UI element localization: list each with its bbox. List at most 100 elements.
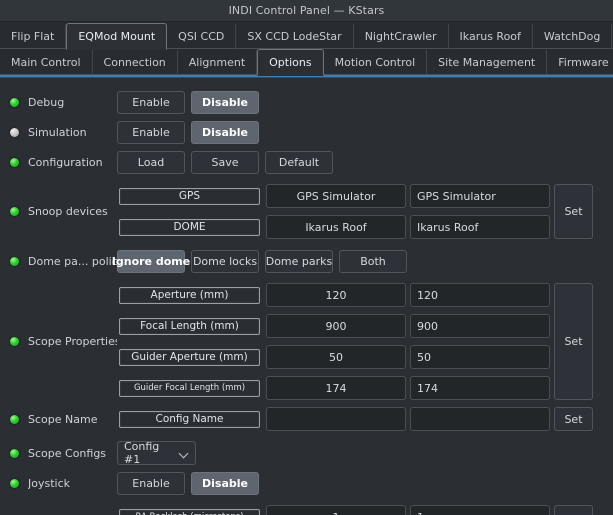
dome-policy-both-button[interactable]: Both [339,249,407,273]
debug-disable-button[interactable]: Disable [191,90,259,114]
scope-configs-dropdown[interactable]: Config #1 [117,440,196,466]
dome-policy-status-led [10,256,19,266]
snoop-devices-label: Snoop devices [28,205,108,218]
backlash-ra-input[interactable]: 1 [410,505,550,515]
tab-eqmod-mount[interactable]: EQMod Mount [66,23,168,50]
tab-qsi-ccd[interactable]: QSI CCD [167,24,237,49]
joystick-controls: Enable Disable [117,471,259,495]
joystick-label: Joystick [28,476,71,490]
backlash-grid: RA Backlash (microsteps) 1 1 DE Backlash… [117,505,593,515]
scope-aperture-input[interactable]: 120 [410,283,550,307]
dome-policy-label-cell: Dome pa... policy [10,255,117,268]
snoop-dome-name-button[interactable]: DOME [119,218,260,236]
snoop-devices-set-button[interactable]: Set [554,184,593,239]
property-row-scope-properties: Scope Properties Aperture (mm) 120 120 F… [0,283,613,400]
scope-aperture-name-button[interactable]: Aperture (mm) [119,286,260,304]
scope-properties-grid: Aperture (mm) 120 120 Focal Length (mm) … [117,283,593,400]
backlash-ra-value: 1 [266,505,406,515]
scope-properties-label-cell: Scope Properties [10,335,117,348]
scope-guider-aperture-value: 50 [266,345,406,369]
debug-enable-button[interactable]: Enable [117,90,185,114]
scope-guider-focal-length-name-button[interactable]: Guider Focal Length (mm) [119,379,260,397]
scope-configs-status-led [10,448,19,458]
titlebar: INDI Control Panel — KStars [0,0,613,22]
backlash-rows: RA Backlash (microsteps) 1 1 DE Backlash… [117,505,550,515]
tab-sx-ccd-lodestar[interactable]: SX CCD LodeStar [236,24,354,49]
configuration-save-button[interactable]: Save [191,150,259,174]
tab-ikarus-roof[interactable]: Ikarus Roof [449,24,533,49]
debug-controls: Enable Disable [117,90,259,114]
scope-guider-focal-length-value: 174 [266,376,406,400]
scope-configs-label-cell: Scope Configs [10,447,117,460]
scope-aperture-value: 120 [266,283,406,307]
snoop-devices-status-led [10,207,19,216]
tab-main-control[interactable]: Main Control [0,50,93,75]
indi-control-panel-window: INDI Control Panel — KStars Flip Flat EQ… [0,0,613,515]
simulation-label: Simulation [28,125,87,139]
dome-policy-dome-parks-button[interactable]: Dome parks [265,249,333,273]
snoop-dome-input[interactable]: Ikarus Roof [410,215,550,239]
configuration-default-button[interactable]: Default [265,150,333,174]
dome-policy-controls: Ignore dome Dome locks Dome parks Both [112,249,407,273]
property-row-backlash: Backlash RA Backlash (microsteps) 1 1 DE… [0,505,613,515]
debug-label: Debug [28,95,65,109]
scope-properties-label: Scope Properties [28,335,117,348]
dome-policy-ignore-dome-button[interactable]: Ignore dome [112,249,190,273]
scope-row-guider-focal-length: Guider Focal Length (mm) 174 174 [117,376,550,400]
snoop-dome-value: Ikarus Roof [266,215,406,239]
scope-name-grid: Config Name Set [117,407,593,431]
device-tab-bar: Flip Flat EQMod Mount QSI CCD SX CCD Lod… [0,22,613,50]
joystick-disable-button[interactable]: Disable [191,471,259,495]
tab-motion-control[interactable]: Motion Control [324,50,428,75]
scope-properties-set-button[interactable]: Set [554,283,593,400]
joystick-enable-button[interactable]: Enable [117,471,185,495]
dome-policy-dome-locks-button[interactable]: Dome locks [191,249,259,273]
property-row-scope-configs: Scope Configs Config #1 [0,438,613,468]
scope-focal-length-input[interactable]: 900 [410,314,550,338]
tab-alignment[interactable]: Alignment [178,50,258,75]
configuration-label: Configuration [28,155,103,169]
backlash-ra-name-button[interactable]: RA Backlash (microsteps) [119,508,260,515]
scope-guider-focal-length-input[interactable]: 174 [410,376,550,400]
tab-nightcrawler[interactable]: NightCrawler [354,24,449,49]
property-row-scope-name: Scope Name Config Name Set [0,407,613,431]
snoop-devices-grid: GPS GPS Simulator GPS Simulator DOME Ika… [117,184,593,239]
snoop-devices-rows: GPS GPS Simulator GPS Simulator DOME Ika… [117,184,550,239]
snoop-gps-name-button[interactable]: GPS [119,187,260,205]
snoop-row-dome: DOME Ikarus Roof Ikarus Roof [117,215,550,239]
scope-guider-aperture-name-button[interactable]: Guider Aperture (mm) [119,348,260,366]
snoop-gps-input[interactable]: GPS Simulator [410,184,550,208]
tab-flip-flat[interactable]: Flip Flat [0,24,67,49]
simulation-controls: Enable Disable [117,120,259,144]
tab-site-management[interactable]: Site Management [427,50,548,75]
tab-firmware[interactable]: Firmware [547,50,613,75]
simulation-disable-button[interactable]: Disable [191,120,259,144]
scope-config-name-input[interactable] [410,407,550,431]
snoop-devices-label-cell: Snoop devices [10,205,117,218]
scope-focal-length-name-button[interactable]: Focal Length (mm) [119,317,260,335]
backlash-set-button[interactable]: Set [554,505,593,515]
options-panel: Debug Enable Disable Simulation Enable D… [0,78,613,515]
scope-name-status-led [10,414,19,424]
configuration-load-button[interactable]: Load [117,150,185,174]
chevron-down-icon [180,449,189,458]
property-row-configuration: Configuration Load Save Default [0,147,613,177]
simulation-label-cell: Simulation [10,126,117,139]
scope-row-focal-length: Focal Length (mm) 900 900 [117,314,550,338]
tab-options[interactable]: Options [257,49,324,76]
scope-guider-aperture-input[interactable]: 50 [410,345,550,369]
configuration-controls: Load Save Default [117,150,333,174]
tab-connection[interactable]: Connection [93,50,178,75]
scope-name-label: Scope Name [28,412,98,426]
configuration-status-led [10,157,19,167]
scope-row-aperture: Aperture (mm) 120 120 [117,283,550,307]
dome-policy-label: Dome pa... policy [28,254,117,268]
scope-focal-length-value: 900 [266,314,406,338]
property-row-simulation: Simulation Enable Disable [0,117,613,147]
tab-watchdog[interactable]: WatchDog [533,24,613,49]
window-title: INDI Control Panel — KStars [228,4,385,17]
scope-name-set-button[interactable]: Set [554,407,593,431]
scope-config-name-button[interactable]: Config Name [119,410,260,428]
simulation-enable-button[interactable]: Enable [117,120,185,144]
scope-properties-status-led [10,337,19,346]
